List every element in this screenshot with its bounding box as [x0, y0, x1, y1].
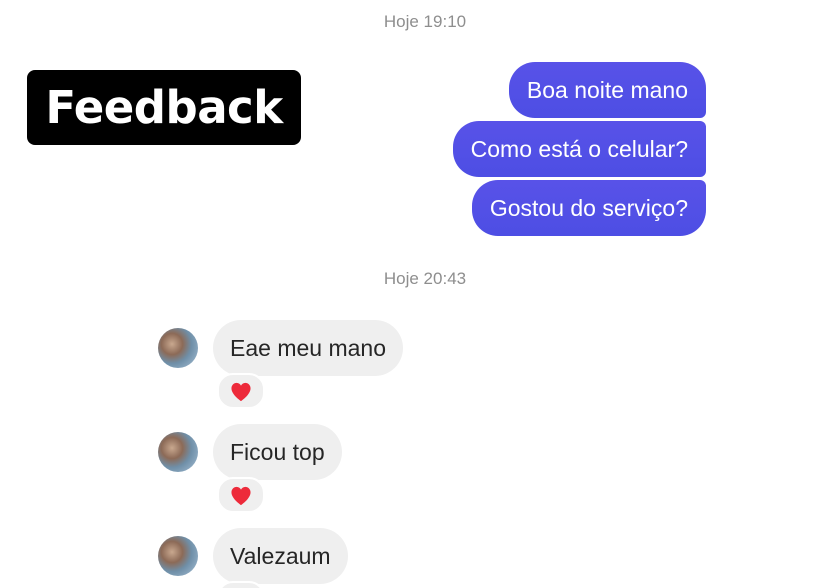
- chat-screen: Hoje 19:10 Feedback Boa noite mano Como …: [0, 0, 828, 588]
- heart-reaction[interactable]: [217, 373, 265, 409]
- heart-icon: [231, 487, 251, 506]
- received-message-row: Ficou top: [158, 424, 342, 480]
- avatar[interactable]: [158, 328, 198, 368]
- sent-message[interactable]: Boa noite mano: [508, 62, 706, 118]
- received-message[interactable]: Ficou top: [213, 424, 342, 480]
- received-message[interactable]: Eae meu mano: [213, 320, 403, 376]
- heart-icon: [231, 383, 251, 402]
- timestamp: Hoje 20:43: [383, 269, 467, 288]
- received-message-row: Valezaum: [158, 528, 348, 584]
- sent-message-group: Boa noite mano Como está o celular? Gost…: [452, 62, 706, 236]
- timestamp: Hoje 19:10: [383, 12, 467, 31]
- received-message[interactable]: Valezaum: [213, 528, 348, 584]
- sent-message[interactable]: Gostou do serviço?: [471, 180, 706, 236]
- heart-reaction[interactable]: [217, 477, 265, 513]
- avatar[interactable]: [158, 536, 198, 576]
- sent-message[interactable]: Como está o celular?: [452, 121, 706, 177]
- feedback-badge: Feedback: [27, 70, 301, 145]
- received-message-row: Eae meu mano: [158, 320, 403, 376]
- avatar[interactable]: [158, 432, 198, 472]
